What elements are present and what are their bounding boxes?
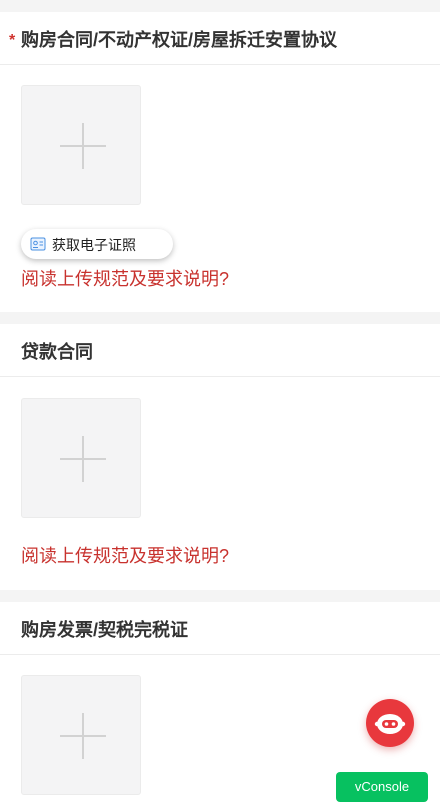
upload-slot[interactable] [21,85,141,205]
upload-slot[interactable] [21,398,141,518]
assistant-button[interactable] [366,699,414,747]
section-title: 贷款合同 [21,342,93,362]
section-title: 购房发票/契税完税证 [21,620,189,640]
section-header: * 购房合同/不动产权证/房屋拆迁安置协议 [0,12,440,65]
section-header: 购房发票/契税完税证 [0,602,440,655]
vconsole-button[interactable]: vConsole [336,772,428,802]
get-e-certificate-label: 获取电子证照 [52,237,136,253]
requirements-link[interactable]: 阅读上传规范及要求说明? [21,265,229,291]
requirements-link[interactable]: 阅读上传规范及要求说明? [21,542,229,568]
id-card-icon [30,237,46,251]
section-header: 贷款合同 [0,324,440,377]
section-loan-contract: 贷款合同 阅读上传规范及要求说明? [0,324,440,590]
upload-slot[interactable] [21,675,141,795]
section-purchase-contract: * 购房合同/不动产权证/房屋拆迁安置协议 获取电子证照 阅读上传规范及要求说明… [0,12,440,312]
page: * 购房合同/不动产权证/房屋拆迁安置协议 获取电子证照 阅读上传规范及要求说明… [0,0,440,803]
plus-icon [60,436,106,482]
robot-icon [374,714,406,734]
plus-icon [60,123,106,169]
section-title: 购房合同/不动产权证/房屋拆迁安置协议 [21,30,338,50]
get-e-certificate-button[interactable]: 获取电子证照 [21,229,173,259]
required-mark: * [9,32,16,49]
plus-icon [60,713,106,759]
